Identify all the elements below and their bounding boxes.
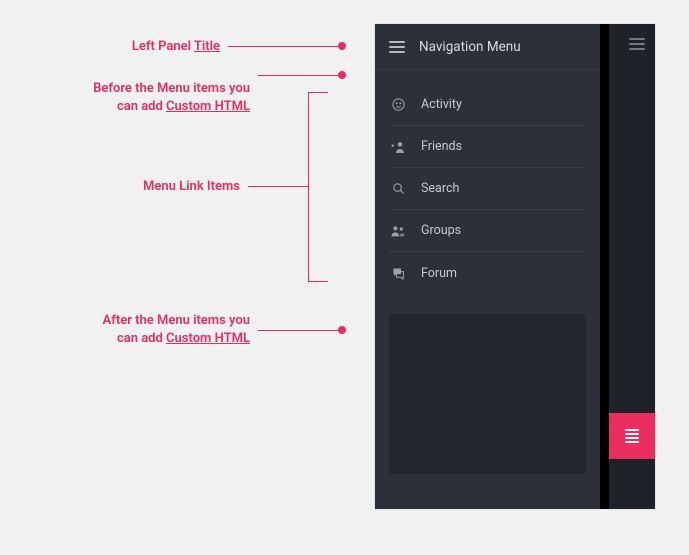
annotation-before-custom-html: Before the Menu items you can add Custom… xyxy=(30,80,250,116)
annotation-after-custom-html: After the Menu items you can add Custom … xyxy=(40,312,250,348)
menu-item-friends[interactable]: Friends xyxy=(389,126,586,168)
menu-item-label: Search xyxy=(421,181,459,196)
menu-item-activity[interactable]: Activity xyxy=(389,84,586,126)
leader-dot xyxy=(338,42,346,50)
fab-button[interactable] xyxy=(609,413,655,459)
menu-item-label: Groups xyxy=(421,223,461,238)
leader-line xyxy=(258,75,338,76)
device-frame: Navigation Menu Activity Friends S xyxy=(375,24,655,509)
groups-icon xyxy=(389,224,407,238)
smiley-icon xyxy=(389,97,407,112)
hamburger-icon xyxy=(629,38,645,53)
leader-line xyxy=(248,186,308,187)
leader-dot xyxy=(338,71,346,79)
annotation-panel-title: Left Panel Title xyxy=(60,38,220,56)
add-friend-icon xyxy=(389,140,407,154)
menu-item-forum[interactable]: Forum xyxy=(389,252,586,294)
leader-line xyxy=(258,330,338,331)
panel-header: Navigation Menu xyxy=(375,24,600,70)
leader-dot xyxy=(338,326,346,334)
forum-icon xyxy=(389,266,407,281)
menu-item-label: Friends xyxy=(421,139,462,154)
panel-title: Navigation Menu xyxy=(419,39,521,55)
menu-item-label: Activity xyxy=(421,97,462,112)
list-icon xyxy=(625,427,639,445)
leader-line xyxy=(228,46,338,47)
menu-item-groups[interactable]: Groups xyxy=(389,210,586,252)
search-icon xyxy=(389,181,407,196)
custom-html-after-area xyxy=(389,314,586,474)
menu-list: Activity Friends Search Groups xyxy=(375,80,600,294)
navigation-panel: Navigation Menu Activity Friends S xyxy=(375,24,600,509)
bracket xyxy=(308,92,328,282)
annotation-menu-link-items: Menu Link Items xyxy=(60,178,240,196)
menu-item-search[interactable]: Search xyxy=(389,168,586,210)
custom-html-before-area xyxy=(375,70,600,80)
menu-item-label: Forum xyxy=(421,266,457,281)
menu-icon[interactable] xyxy=(389,41,405,53)
